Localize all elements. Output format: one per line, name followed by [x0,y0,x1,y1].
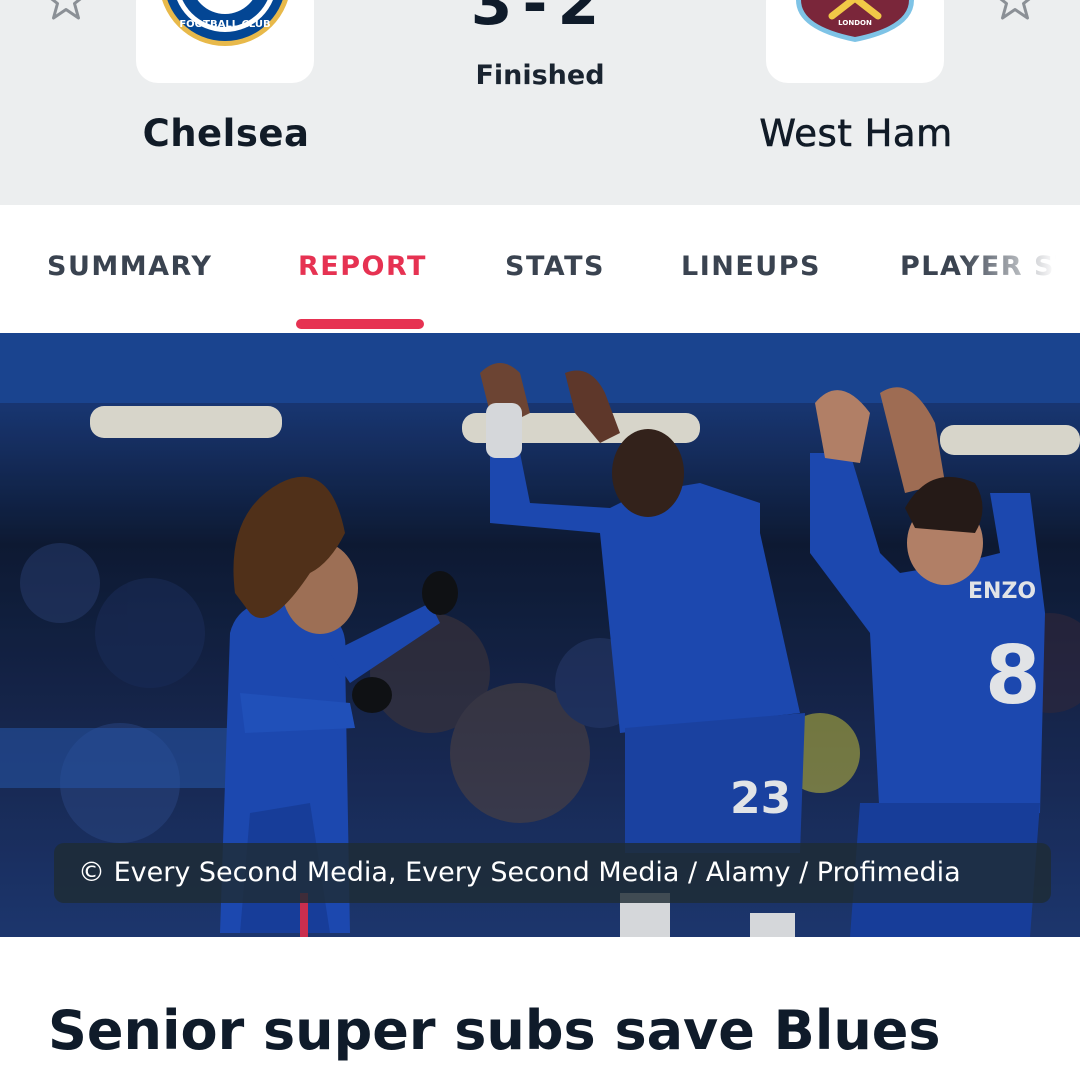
crest-text-home: FOOTBALL CLUB [179,19,270,30]
away-team-name[interactable]: West Ham [706,112,1006,156]
away-score: 2 [557,0,610,39]
match-tabs: SUMMARY REPORT STATS LINEUPS PLAYER STAT… [0,205,1080,333]
match-status: Finished [475,60,605,91]
tab-lineups[interactable]: LINEUPS [681,251,821,282]
tab-player-stats[interactable]: PLAYER STATS [900,251,1080,282]
article: Senior super subs save Blues [0,937,1080,1080]
photo-credit: © Every Second Media, Every Second Media… [54,843,1051,903]
home-team-name[interactable]: Chelsea [76,112,376,155]
score: 3-2 [440,0,640,34]
crest-text-away: LONDON [838,19,872,27]
match-header: FOOTBALL CLUB 3-2 Finished LONDON Chelse… [0,0,1080,205]
west-ham-crest[interactable]: LONDON [766,0,944,83]
hero-photo: 23 ENZO 8 © Every Second Media, Every Se… [0,333,1080,937]
tab-summary[interactable]: SUMMARY [47,251,212,282]
favorite-home-star-icon[interactable] [44,0,88,22]
active-tab-indicator [296,319,424,329]
chelsea-crest[interactable]: FOOTBALL CLUB [136,0,314,83]
score-separator: - [522,0,558,39]
tab-report[interactable]: REPORT [298,251,427,282]
home-score: 3 [470,0,523,39]
tab-stats[interactable]: STATS [505,251,605,282]
favorite-away-star-icon[interactable] [993,0,1037,22]
article-headline[interactable]: Senior super subs save Blues [48,991,1048,1071]
